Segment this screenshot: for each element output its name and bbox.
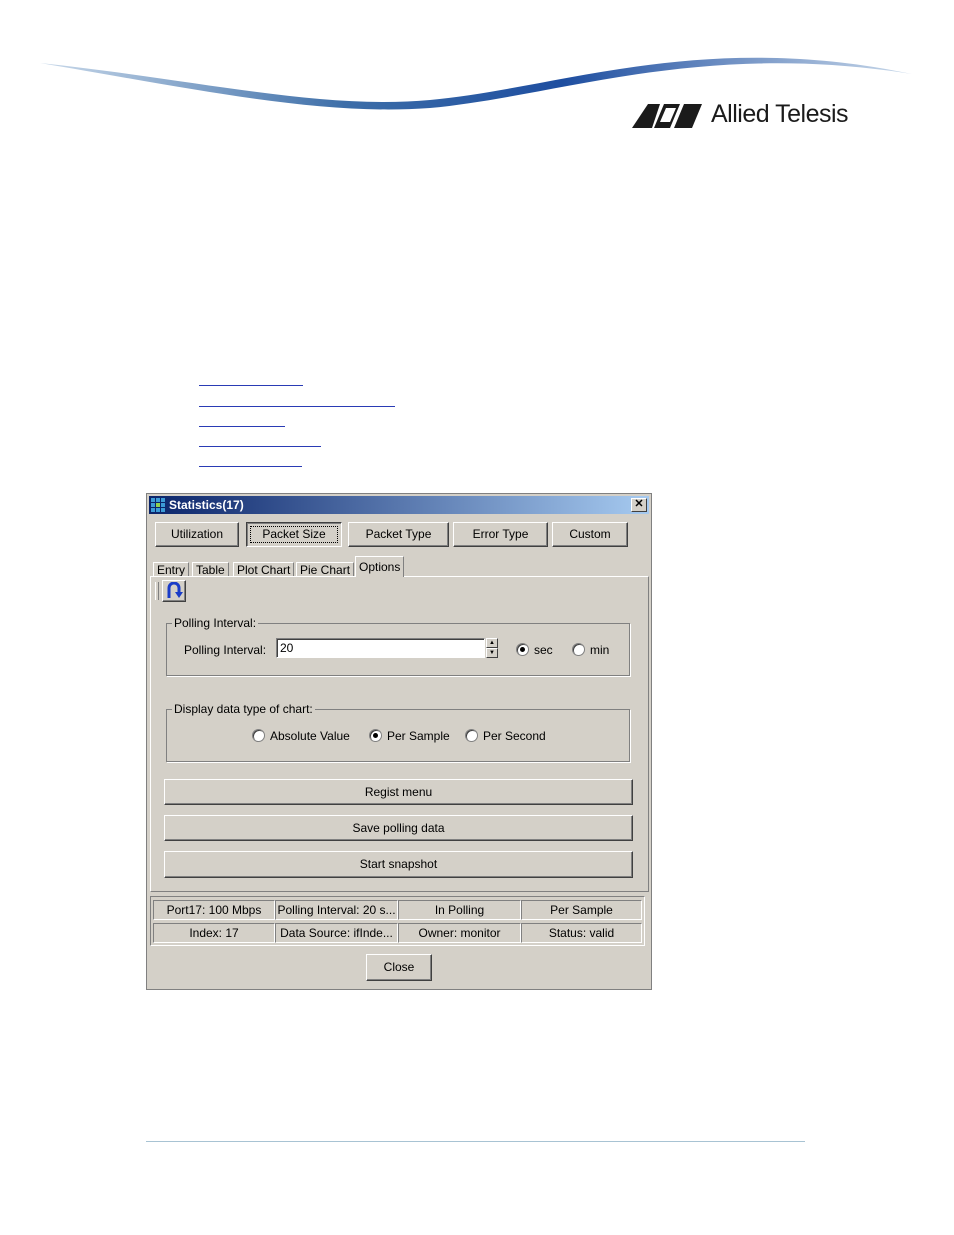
unit-sec-radio[interactable]: [516, 643, 529, 656]
status-index: Index: 17: [153, 923, 275, 943]
status-polling-state: In Polling: [398, 900, 521, 920]
tab-options[interactable]: Options: [355, 556, 405, 577]
close-icon: ✕: [634, 498, 644, 510]
custom-button[interactable]: Custom: [552, 522, 628, 547]
title-bar[interactable]: Statistics(17) ✕: [149, 496, 649, 514]
close-window-button[interactable]: ✕: [631, 498, 647, 512]
unit-min-radio[interactable]: [572, 643, 585, 656]
polling-group-title: Polling Interval:: [172, 616, 259, 630]
refresh-button[interactable]: [162, 580, 186, 602]
window-title: Statistics(17): [169, 498, 244, 512]
logo-text: Allied Telesis: [711, 100, 849, 128]
toc-link-1[interactable]: [199, 383, 303, 386]
status-data-type: Per Sample: [521, 900, 642, 920]
utilization-button[interactable]: Utilization: [155, 522, 239, 547]
close-button[interactable]: Close: [366, 954, 432, 981]
packet-type-button[interactable]: Packet Type: [348, 522, 449, 547]
spin-up-button[interactable]: ▲: [486, 638, 498, 648]
toc-link-4[interactable]: [199, 444, 321, 447]
status-owner: Owner: monitor: [398, 923, 521, 943]
grid-app-icon: [151, 498, 165, 512]
logo-mark-icon: [632, 103, 702, 128]
toc-link-5[interactable]: [199, 464, 302, 467]
status-port: Port17: 100 Mbps: [153, 900, 275, 920]
refresh-arrow-icon: [167, 581, 183, 598]
error-type-button[interactable]: Error Type: [453, 522, 548, 547]
per-second-radio[interactable]: [465, 729, 478, 742]
absolute-value-label[interactable]: Absolute Value: [270, 729, 350, 743]
toc-link-2[interactable]: [199, 404, 395, 407]
unit-min-label[interactable]: min: [590, 643, 609, 657]
polling-interval-input[interactable]: [276, 638, 485, 658]
spin-down-button[interactable]: ▼: [486, 648, 498, 658]
packet-size-button[interactable]: Packet Size: [246, 522, 342, 547]
toolbar-grip: [155, 582, 159, 600]
per-sample-label[interactable]: Per Sample: [387, 729, 450, 743]
absolute-value-radio[interactable]: [252, 729, 265, 742]
save-polling-data-button[interactable]: Save polling data: [164, 815, 633, 841]
polling-interval-label: Polling Interval:: [184, 643, 267, 657]
status-polling-interval: Polling Interval: 20 s...: [275, 900, 398, 920]
unit-sec-label[interactable]: sec: [534, 643, 553, 657]
per-sample-radio[interactable]: [369, 729, 382, 742]
start-snapshot-button[interactable]: Start snapshot: [164, 851, 633, 878]
display-group-title: Display data type of chart:: [172, 702, 315, 716]
focus-ring: [250, 526, 338, 543]
status-data-source: Data Source: ifInde...: [275, 923, 398, 943]
allied-telesis-logo: Allied Telesis: [630, 100, 849, 129]
footer-divider: [146, 1141, 805, 1142]
status-valid: Status: valid: [521, 923, 642, 943]
per-second-label[interactable]: Per Second: [483, 729, 546, 743]
regist-menu-button[interactable]: Regist menu: [164, 779, 633, 805]
toc-link-3[interactable]: [199, 424, 285, 427]
